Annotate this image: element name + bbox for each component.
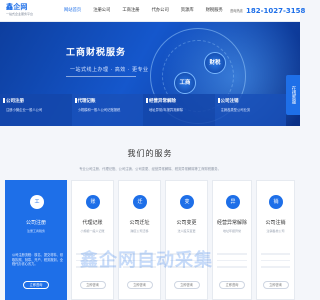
feature-bookkeeping[interactable]: 代理记账 小规模和一般人公司记账报税 bbox=[71, 94, 143, 126]
feature-desc: 小规模和一般人公司记账报税 bbox=[77, 108, 121, 112]
consult-button[interactable]: 立即咨询 bbox=[79, 281, 106, 289]
watermark: 鑫企网自动采集 bbox=[80, 250, 213, 271]
service-cards: 工 公司注册 注册工商税务 公司注册流程：核名、提交材料、领取执照、刻章、开户、… bbox=[5, 180, 295, 300]
abnormal-icon: 异 bbox=[226, 195, 240, 209]
hero-subtitle: 一站式线上办理 · 高效 · 更专业 bbox=[70, 67, 149, 73]
feature-register[interactable]: 公司注册 注册小微企业一般人公司 bbox=[0, 94, 72, 126]
feature-title: 公司注销 bbox=[220, 99, 239, 104]
feature-marker-icon bbox=[217, 98, 220, 103]
consult-button[interactable]: 立即咨询 bbox=[173, 281, 200, 289]
badge-business-icon: 工商 bbox=[174, 72, 196, 94]
nav-item-home[interactable]: 网站首页 bbox=[58, 0, 87, 22]
main-nav: 网站首页 注册公司 工商注册 代办公司 资源库 财税服务 bbox=[58, 0, 229, 22]
card-sub: 地址年报异常 bbox=[222, 229, 241, 233]
card-name: 公司注销 bbox=[265, 220, 286, 226]
card-sub: 跨区公司迁移 bbox=[130, 229, 149, 233]
feature-title: 经营异常解除 bbox=[149, 99, 176, 104]
phone-number[interactable]: 182-1027-3158 bbox=[246, 7, 305, 15]
service-card-register[interactable]: 工 公司注册 注册工商税务 公司注册流程：核名、提交材料、领取执照、刻章、开户、… bbox=[5, 180, 67, 300]
service-card-abnormal[interactable]: 异 经营异常解除 地址年报异常 立即咨询 bbox=[212, 180, 252, 300]
deregister-icon: 销 bbox=[269, 195, 283, 209]
nav-item-resources[interactable]: 资源库 bbox=[175, 0, 200, 22]
feature-marker-icon bbox=[74, 98, 77, 103]
feature-title: 公司注册 bbox=[6, 99, 24, 104]
service-card-bookkeeping[interactable]: 账 代理记账 小规模一般人记账 立即咨询 bbox=[71, 180, 114, 300]
services-desc: 专业公司注册、代理记账、公司注销、公司变更、经营异常解除、税务异常解除等工商财税… bbox=[79, 167, 221, 171]
feature-desc: 注册小微企业一般人公司 bbox=[6, 108, 43, 112]
services-title: 我们的服务 bbox=[127, 149, 173, 158]
nav-item-business[interactable]: 工商注册 bbox=[116, 0, 145, 22]
card-lines bbox=[261, 253, 290, 273]
hero-title: 工商财税服务 bbox=[66, 48, 127, 58]
card-name: 代理记账 bbox=[82, 220, 103, 226]
card-sub: 法人股东变更 bbox=[177, 229, 196, 233]
service-card-relocation[interactable]: 迁 公司迁址 跨区公司迁移 立即咨询 bbox=[118, 180, 161, 300]
consult-button[interactable]: 立即咨询 bbox=[23, 281, 49, 289]
feature-marker-icon bbox=[146, 98, 148, 103]
card-name: 公司变更 bbox=[176, 220, 197, 226]
services-section: 我们的服务 专业公司注册、代理记账、公司注销、公司变更、经营异常解除、税务异常解… bbox=[0, 126, 300, 300]
feature-deregister[interactable]: 公司注销 注销各类型公司业务 bbox=[214, 94, 286, 126]
feature-bar: 公司注册 注册小微企业一般人公司 代理记账 小规模和一般人公司记账报税 经营异常… bbox=[0, 94, 286, 126]
logo-text: 鑫企网 bbox=[6, 3, 28, 11]
card-lines bbox=[217, 253, 247, 273]
hero-divider bbox=[66, 76, 136, 77]
nav-item-agency[interactable]: 代办公司 bbox=[146, 0, 175, 22]
register-icon: 工 bbox=[30, 195, 44, 209]
online-service-tab[interactable]: 在线客服 bbox=[286, 75, 300, 115]
nav-item-register[interactable]: 注册公司 bbox=[87, 0, 116, 22]
consult-button[interactable]: 立即咨询 bbox=[126, 281, 153, 289]
feature-title: 代理记账 bbox=[77, 99, 96, 104]
service-card-change[interactable]: 变 公司变更 法人股东变更 立即咨询 bbox=[165, 180, 208, 300]
feature-desc: 地址异常/年报异常解除 bbox=[149, 108, 184, 112]
logo-subtitle: 一站式企业服务平台 bbox=[6, 12, 34, 16]
card-body: 公司注册流程：核名、提交材料、领取执照、刻章、开户、税务报到，全程代办省心省力。 bbox=[12, 253, 63, 267]
feature-marker-icon bbox=[3, 98, 5, 103]
logo[interactable]: 鑫企网 一站式企业服务平台 bbox=[6, 2, 52, 20]
service-card-deregister[interactable]: 销 公司注销 注销各类公司 立即咨询 bbox=[256, 180, 295, 300]
header: 鑫企网 一站式企业服务平台 网站首页 注册公司 工商注册 代办公司 资源库 财税… bbox=[0, 0, 305, 22]
card-name: 公司迁址 bbox=[129, 220, 150, 226]
consult-button[interactable]: 立即咨询 bbox=[219, 281, 245, 289]
consult-button[interactable]: 立即咨询 bbox=[262, 281, 289, 289]
change-icon: 变 bbox=[180, 195, 194, 209]
relocation-icon: 迁 bbox=[133, 195, 147, 209]
bookkeeping-icon: 账 bbox=[86, 195, 100, 209]
card-name: 公司注册 bbox=[25, 220, 46, 226]
nav-item-tax[interactable]: 财税服务 bbox=[200, 0, 229, 22]
card-sub: 注册工商税务 bbox=[26, 229, 45, 233]
badge-tax-icon: 财税 bbox=[204, 52, 226, 74]
card-sub: 小规模一般人记账 bbox=[80, 229, 105, 233]
card-name: 经营异常解除 bbox=[216, 220, 247, 226]
card-sub: 注销各类公司 bbox=[266, 229, 285, 233]
phone-label: 咨询热线 bbox=[230, 9, 243, 13]
feature-desc: 注销各类型公司业务 bbox=[220, 108, 251, 112]
feature-abnormal[interactable]: 经营异常解除 地址异常/年报异常解除 bbox=[143, 94, 215, 126]
